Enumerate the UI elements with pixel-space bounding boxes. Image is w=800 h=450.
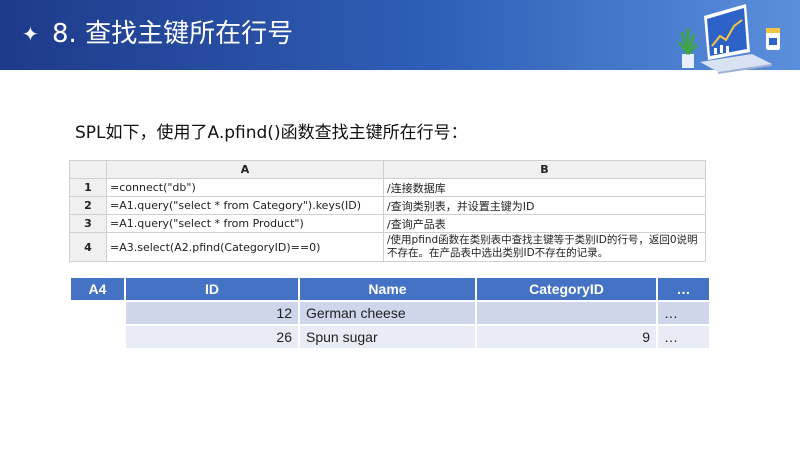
name-cell[interactable]: German cheese (300, 302, 475, 324)
row-number[interactable]: 2 (69, 196, 107, 215)
column-header-more[interactable]: … (658, 278, 709, 300)
result-cell-label: A4 (71, 278, 124, 300)
grid-row: 4 =A3.select(A2.pfind(CategoryID)==0) /使… (69, 232, 706, 262)
row-number[interactable]: 3 (69, 214, 107, 233)
category-id-cell[interactable] (477, 302, 656, 324)
comment-cell[interactable]: /连接数据库 (383, 178, 706, 197)
id-cell[interactable]: 26 (126, 326, 298, 348)
name-cell[interactable]: Spun sugar (300, 326, 475, 348)
slide-header: ✦ 8. 查找主键所在行号 (0, 0, 800, 74)
sparkle-icon: ✦ (22, 22, 39, 46)
result-header-row: A4 ID Name CategoryID … (71, 278, 709, 300)
more-cell[interactable]: … (658, 326, 709, 348)
category-id-cell[interactable]: 9 (477, 326, 656, 348)
code-cell[interactable]: =A3.select(A2.pfind(CategoryID)==0) (106, 232, 384, 262)
grid-corner-cell (69, 160, 107, 179)
row-gutter (71, 326, 124, 348)
more-cell[interactable]: … (658, 302, 709, 324)
row-gutter (71, 302, 124, 324)
grid-row: 3 =A1.query("select * from Product") /查询… (69, 214, 706, 233)
table-row: 26 Spun sugar 9 … (71, 326, 709, 348)
slide-title: 8. 查找主键所在行号 (52, 19, 294, 49)
intro-text: SPL如下，使用了A.pfind()函数查找主键所在行号： (75, 123, 468, 143)
laptop-chart-icon (677, 4, 780, 74)
row-number[interactable]: 4 (69, 232, 107, 262)
comment-cell[interactable]: /查询产品表 (383, 214, 706, 233)
result-table: A4 ID Name CategoryID … 12 German cheese… (69, 276, 711, 350)
column-header-id[interactable]: ID (126, 278, 298, 300)
code-cell[interactable]: =connect("db") (106, 178, 384, 197)
grid-header-row: A B (69, 160, 706, 179)
column-header-name[interactable]: Name (300, 278, 475, 300)
code-cell[interactable]: =A1.query("select * from Product") (106, 214, 384, 233)
code-cell[interactable]: =A1.query("select * from Category").keys… (106, 196, 384, 215)
comment-cell[interactable]: /查询类别表，并设置主键为ID (383, 196, 706, 215)
grid-row: 1 =connect("db") /连接数据库 (69, 178, 706, 197)
comment-cell[interactable]: /使用pfind函数在类别表中查找主键等于类别ID的行号，返回0说明不存在。在产… (383, 232, 706, 262)
row-number[interactable]: 1 (69, 178, 107, 197)
id-cell[interactable]: 12 (126, 302, 298, 324)
table-row: 12 German cheese … (71, 302, 709, 324)
grid-column-header[interactable]: A (106, 160, 384, 179)
spl-code-grid: A B 1 =connect("db") /连接数据库 2 =A1.query(… (69, 160, 706, 262)
grid-row: 2 =A1.query("select * from Category").ke… (69, 196, 706, 215)
column-header-category-id[interactable]: CategoryID (477, 278, 656, 300)
grid-column-header[interactable]: B (383, 160, 706, 179)
